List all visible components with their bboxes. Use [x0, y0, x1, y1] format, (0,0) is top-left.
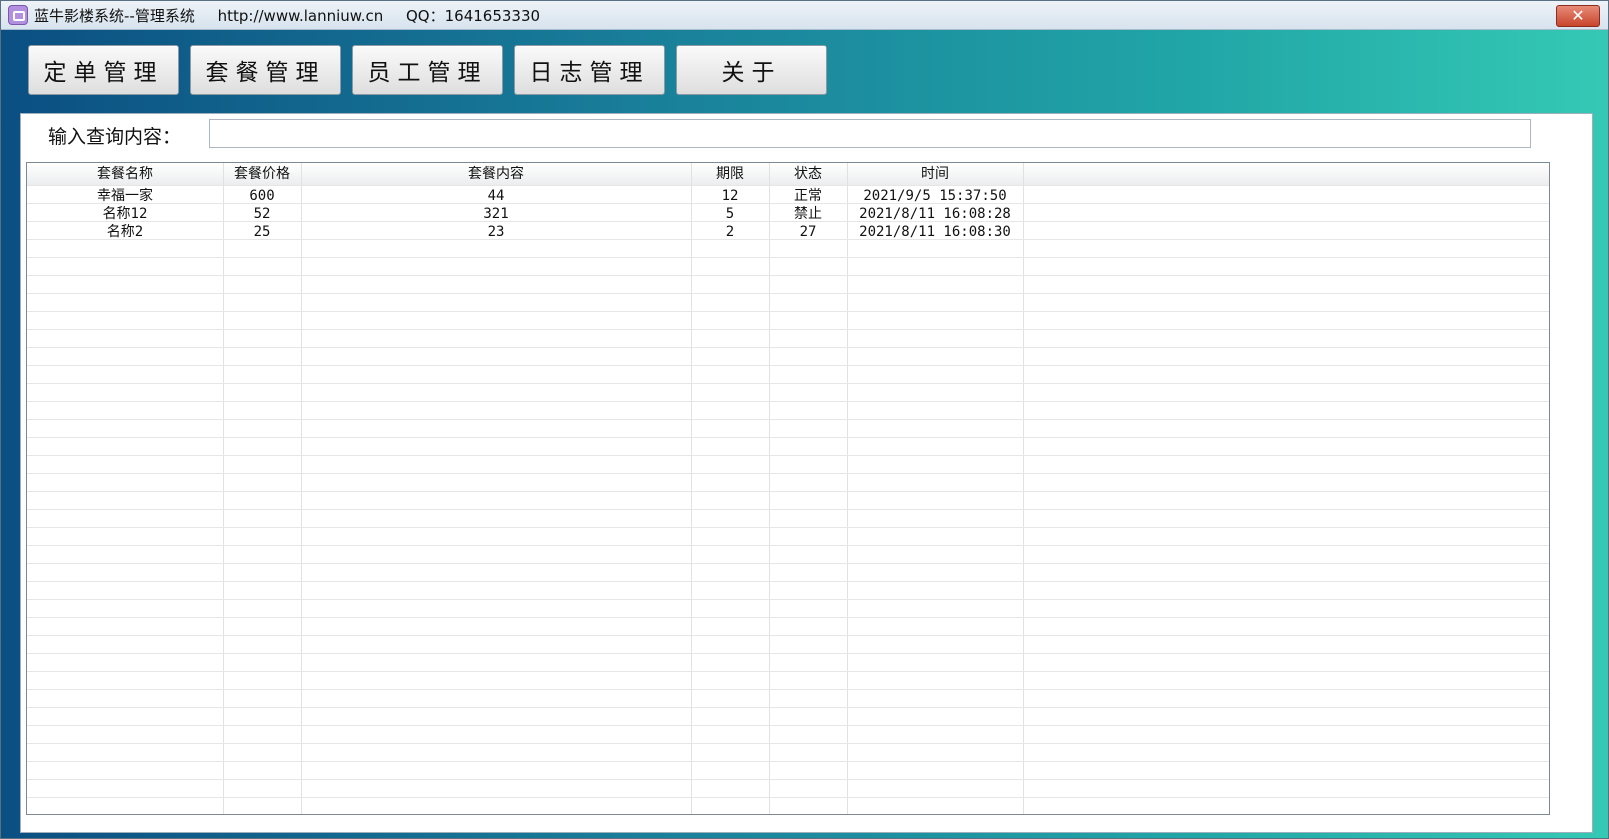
log-management-button[interactable]: 日志管理	[514, 45, 665, 95]
row-line	[27, 455, 1549, 456]
row-line	[27, 689, 1549, 690]
row-line	[27, 347, 1549, 348]
column-divider	[769, 163, 770, 814]
employee-management-button[interactable]: 员工管理	[352, 45, 503, 95]
header-package-price[interactable]: 套餐价格	[223, 163, 301, 185]
order-management-button[interactable]: 定单管理	[28, 45, 179, 95]
row-line	[27, 725, 1549, 726]
package-table[interactable]: 套餐名称 套餐价格 套餐内容 期限 状态 时间 幸福一家 600 44 12 正…	[26, 162, 1550, 815]
close-button[interactable]: ✕	[1556, 5, 1600, 27]
column-divider	[1023, 163, 1024, 814]
row-line	[27, 671, 1549, 672]
content-panel: 输入查询内容： 套餐名称 套餐价格 套餐内容 期限 状态 时间 幸福一家 600…	[20, 113, 1593, 833]
search-label: 输入查询内容：	[48, 126, 182, 148]
row-line	[27, 329, 1549, 330]
row-line	[27, 401, 1549, 402]
row-line	[27, 437, 1549, 438]
row-line	[27, 707, 1549, 708]
row-line	[27, 545, 1549, 546]
row-line	[27, 203, 1549, 204]
row-line	[27, 473, 1549, 474]
row-line	[27, 527, 1549, 528]
header-duration[interactable]: 期限	[691, 163, 769, 185]
row-line	[27, 653, 1549, 654]
row-line	[27, 581, 1549, 582]
row-line	[27, 365, 1549, 366]
about-button[interactable]: 关于	[676, 45, 827, 95]
row-line	[27, 797, 1549, 798]
app-camera-icon	[8, 5, 28, 25]
app-title: 蓝牛影楼系统--管理系统	[34, 6, 195, 25]
main-toolbar: 定单管理 套餐管理 员工管理 日志管理 关于	[28, 45, 827, 95]
column-divider	[301, 163, 302, 814]
row-line	[27, 419, 1549, 420]
row-line	[27, 275, 1549, 276]
row-line	[27, 257, 1549, 258]
row-line	[27, 311, 1549, 312]
row-line	[27, 491, 1549, 492]
column-divider	[691, 163, 692, 814]
row-line	[27, 509, 1549, 510]
row-line	[27, 635, 1549, 636]
window-title: 蓝牛影楼系统--管理系统 http://www.lanniuw.cn QQ：16…	[34, 5, 558, 26]
header-time[interactable]: 时间	[847, 163, 1023, 185]
package-management-button[interactable]: 套餐管理	[190, 45, 341, 95]
column-divider	[223, 163, 224, 814]
row-line	[27, 383, 1549, 384]
row-line	[27, 761, 1549, 762]
row-line	[27, 185, 1549, 186]
header-package-content[interactable]: 套餐内容	[301, 163, 691, 185]
website-link[interactable]: http://www.lanniuw.cn	[218, 7, 384, 25]
row-line	[27, 743, 1549, 744]
row-line	[27, 779, 1549, 780]
header-status[interactable]: 状态	[769, 163, 847, 185]
search-input[interactable]	[209, 119, 1531, 148]
header-package-name[interactable]: 套餐名称	[27, 163, 223, 185]
row-line	[27, 239, 1549, 240]
row-line	[27, 293, 1549, 294]
row-line	[27, 617, 1549, 618]
title-bar: 蓝牛影楼系统--管理系统 http://www.lanniuw.cn QQ：16…	[1, 1, 1608, 30]
column-divider	[847, 163, 848, 814]
qq-contact: QQ：1641653330	[406, 6, 541, 25]
app-window: 蓝牛影楼系统--管理系统 http://www.lanniuw.cn QQ：16…	[0, 0, 1609, 839]
row-line	[27, 563, 1549, 564]
row-line	[27, 599, 1549, 600]
row-line	[27, 221, 1549, 222]
